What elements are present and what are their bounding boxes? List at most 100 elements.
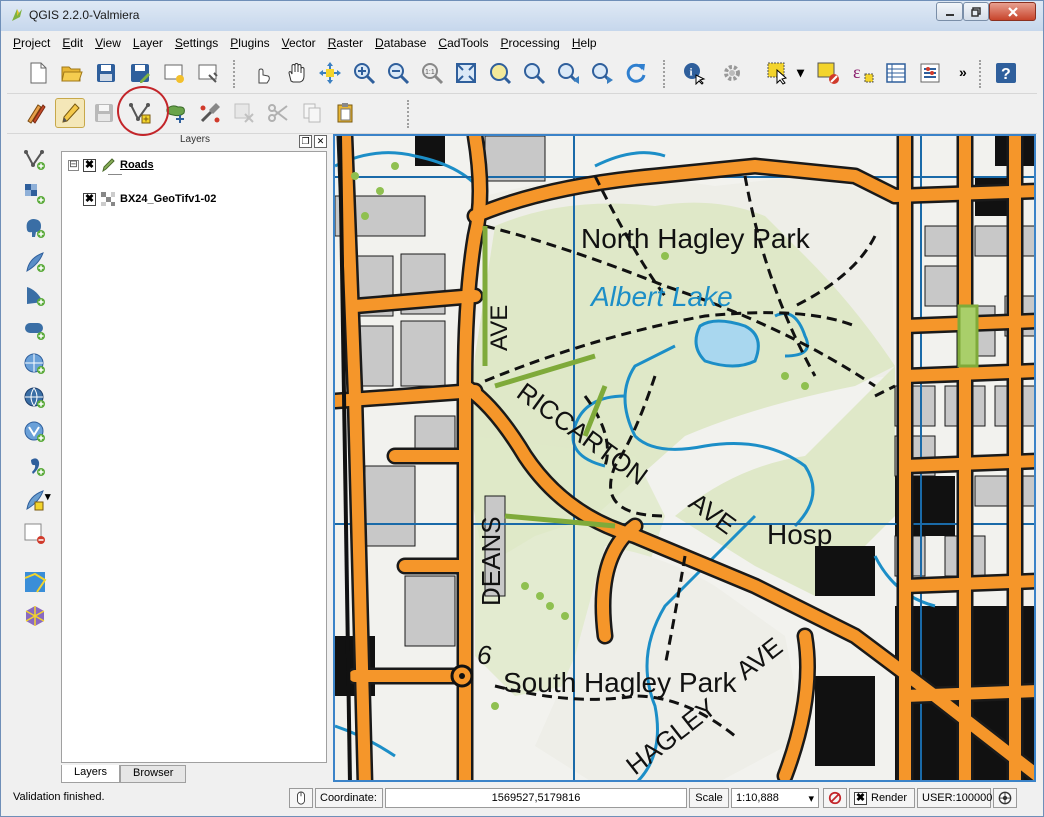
menu-database[interactable]: Database (369, 36, 432, 50)
menu-edit[interactable]: Edit (56, 36, 89, 50)
zoom-in-button[interactable] (349, 58, 379, 88)
georeferencer-button[interactable] (21, 568, 49, 596)
pan-hand-icon (288, 62, 305, 83)
save-project-button[interactable] (91, 58, 121, 88)
pan-selection-icon (319, 62, 341, 84)
main-toolbar: 1:1 i ▾ ε » ? (7, 54, 1037, 94)
svg-text:1:1: 1:1 (425, 69, 435, 76)
add-oracle-layer-button[interactable] (21, 316, 49, 344)
run-action-button[interactable] (717, 58, 747, 88)
move-feature-button[interactable] (161, 98, 191, 128)
close-button[interactable] (989, 2, 1036, 21)
menu-mnemonic: L (132, 35, 140, 50)
add-raster-layer-button[interactable] (21, 180, 49, 208)
tab-browser[interactable]: Browser (120, 765, 187, 783)
crs-status-button[interactable]: USER:100000 (917, 788, 992, 808)
add-wcs-layer-button[interactable] (21, 384, 49, 412)
menu-raster[interactable]: Raster (322, 36, 369, 50)
open-project-button[interactable] (57, 58, 87, 88)
menu-cadtools[interactable]: CadTools (432, 36, 494, 50)
toolbar-overflow-icon[interactable]: » (959, 64, 967, 80)
toolbar-grip[interactable] (407, 100, 411, 128)
composer-manager-button[interactable] (193, 58, 223, 88)
coordinate-field[interactable]: 1569527,5179816 (385, 788, 687, 808)
add-mssql-layer-button[interactable] (21, 282, 49, 310)
tab-layers[interactable]: Layers (61, 765, 121, 783)
save-layer-edits-button[interactable] (89, 98, 119, 128)
add-spatialite-layer-button[interactable] (21, 248, 49, 276)
postgis-elephant-icon (26, 219, 45, 238)
menu-processing[interactable]: Processing (494, 36, 565, 50)
node-tool-button[interactable] (195, 98, 225, 128)
zoom-to-selection-button[interactable] (485, 58, 515, 88)
map-canvas[interactable]: North Hagley Park Albert Lake RICCARTON … (333, 134, 1036, 782)
zoom-next-button[interactable] (587, 58, 617, 88)
touch-zoom-button[interactable] (247, 58, 277, 88)
whats-this-help-button[interactable]: ? (991, 58, 1021, 88)
zoom-full-button[interactable] (451, 58, 481, 88)
plugin-button[interactable] (21, 602, 49, 630)
new-project-button[interactable] (23, 58, 53, 88)
menu-help[interactable]: Help (566, 36, 603, 50)
pan-to-selection-button[interactable] (315, 58, 345, 88)
minimize-button[interactable] (936, 2, 963, 21)
current-edits-button[interactable] (21, 98, 51, 128)
add-postgis-layer-button[interactable] (21, 214, 49, 242)
paste-features-button[interactable] (331, 98, 361, 128)
pan-map-button[interactable] (281, 58, 311, 88)
copy-features-button[interactable] (297, 98, 327, 128)
menu-view[interactable]: View (89, 36, 127, 50)
float-panel-button[interactable]: ❐ (299, 135, 312, 148)
refresh-button[interactable] (621, 58, 651, 88)
toolbar-grip[interactable] (979, 60, 983, 88)
menu-vector[interactable]: Vector (276, 36, 322, 50)
map-label-six: 6 (477, 640, 492, 670)
toolbar-grip[interactable] (233, 60, 237, 88)
field-calculator-button[interactable] (915, 58, 945, 88)
select-features-button[interactable] (763, 58, 793, 88)
menu-mnemonic: C (438, 35, 448, 50)
toggle-editing-button[interactable] (55, 98, 85, 128)
maximize-button[interactable] (963, 2, 989, 21)
add-wfs-layer-button[interactable] (21, 418, 49, 446)
add-vector-layer-button[interactable] (21, 146, 49, 174)
layer-visibility-checkbox[interactable]: ✖ (83, 158, 96, 172)
menu-settings[interactable]: Settings (169, 36, 224, 50)
layer-row-roads[interactable]: ⊟ ✖ Roads (68, 156, 154, 174)
save-as-button[interactable] (125, 58, 155, 88)
add-wms-layer-button[interactable] (21, 350, 49, 378)
layer-row-raster[interactable]: ✖ BX24_GeoTifv1-02 (68, 190, 216, 208)
add-delimited-text-layer-button[interactable] (21, 452, 49, 480)
chevron-down-icon[interactable]: ▾ (45, 490, 51, 503)
collapse-toggle[interactable]: ⊟ (68, 159, 79, 171)
scale-combo[interactable]: 1:10,888 ▾ (731, 788, 819, 808)
stop-render-button[interactable] (823, 788, 847, 808)
delete-selected-button[interactable] (229, 98, 259, 128)
deselect-button[interactable] (813, 58, 843, 88)
attribute-table-button[interactable] (881, 58, 911, 88)
menu-project[interactable]: Project (7, 36, 56, 50)
chevron-down-icon[interactable]: ▾ (797, 64, 804, 81)
menu-plugins[interactable]: Plugins (224, 36, 275, 50)
messages-button[interactable] (993, 788, 1017, 808)
add-feature-button[interactable] (125, 98, 155, 128)
zoom-native-button[interactable]: 1:1 (417, 58, 447, 88)
zoom-to-layer-button[interactable] (519, 58, 549, 88)
render-checkbox[interactable]: ✖ (854, 791, 867, 805)
render-toggle[interactable]: ✖ Render (849, 788, 915, 808)
help-icon: ? (996, 63, 1016, 83)
raster-layer-icon (101, 192, 115, 206)
select-by-expression-button[interactable]: ε (847, 58, 877, 88)
layer-visibility-checkbox[interactable]: ✖ (83, 192, 96, 206)
menu-layer[interactable]: Layer (127, 36, 169, 50)
zoom-last-button[interactable] (553, 58, 583, 88)
toggle-extents-button[interactable] (289, 788, 313, 808)
remove-layer-button[interactable] (21, 520, 49, 548)
close-panel-button[interactable]: ✕ (314, 135, 327, 148)
scale-label: Scale (689, 788, 729, 808)
zoom-out-button[interactable] (383, 58, 413, 88)
new-print-composer-button[interactable] (159, 58, 189, 88)
toolbar-grip[interactable] (663, 60, 667, 88)
cut-features-button[interactable] (263, 98, 293, 128)
identify-features-button[interactable]: i (679, 58, 709, 88)
